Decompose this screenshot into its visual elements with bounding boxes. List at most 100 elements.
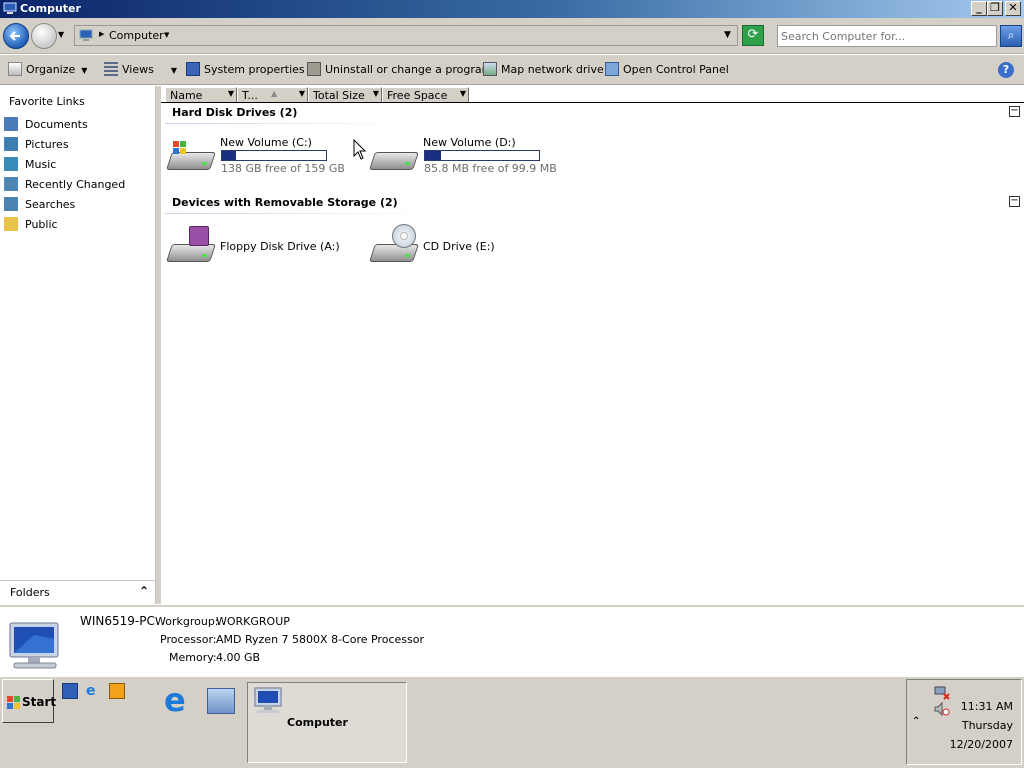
workgroup-label: Workgroup: [155, 615, 219, 628]
show-hidden-icons-button[interactable]: ⌃ [912, 716, 920, 727]
processor-label: Processor: [160, 633, 217, 646]
group-divider [165, 123, 405, 124]
clock-date: 12/20/2007 [949, 738, 1013, 751]
file-list: Name ▼ T... ▲ ▼ Total Size ▼ Free Space ▼ Har… [161, 86, 1024, 604]
system-properties-button[interactable]: System properties [186, 62, 305, 78]
address-bar[interactable]: ▶ Computer ▼ ▼ [74, 25, 738, 46]
system-properties-icon [186, 62, 200, 76]
workgroup-value: WORKGROUP [216, 615, 290, 628]
drive-item-d[interactable]: New Volume (D:) 85.8 MB free of 99.9 MB [369, 134, 557, 178]
column-header-name[interactable]: Name ▼ [165, 87, 237, 103]
start-button[interactable]: Start [2, 679, 57, 723]
group-header-removable-storage[interactable]: Devices with Removable Storage (2) [172, 196, 398, 209]
folder-icon [4, 217, 18, 231]
folders-bar[interactable]: Folders ⌃ [0, 580, 155, 604]
collapse-group-button[interactable]: − [1009, 106, 1020, 117]
refresh-button[interactable]: ⟳ [742, 25, 764, 46]
group-header-hard-disk-drives[interactable]: Hard Disk Drives (2) [172, 106, 297, 119]
chevron-down-icon: ▼ [170, 66, 177, 75]
windows-logo-icon [7, 696, 20, 709]
favorite-links-heading: Favorite Links [9, 95, 85, 108]
cd-drive-icon [369, 224, 419, 266]
sidebar-item-music[interactable]: Music [4, 157, 56, 175]
details-pane: WIN6519-PC Workgroup: WORKGROUP Processo… [0, 605, 1024, 675]
drive-name: New Volume (D:) [423, 136, 516, 149]
collapse-group-button[interactable]: − [1009, 196, 1020, 207]
search-box[interactable] [777, 25, 997, 47]
chevron-down-icon: ▼ [81, 66, 88, 75]
processor-value: AMD Ryzen 7 5800X 8-Core Processor [216, 633, 424, 646]
sidebar-item-searches[interactable]: Searches [4, 197, 75, 215]
folders-label: Folders [10, 586, 50, 599]
back-arrow-icon [9, 31, 20, 41]
help-button[interactable]: ? [998, 62, 1014, 78]
organize-button[interactable]: Organize ▼ [8, 62, 87, 78]
notification-area: ⌃ 11:31 AM Thursday 12/20/2007 [906, 679, 1022, 765]
taskbar-item-label: Computer [287, 716, 348, 729]
column-header-total-size[interactable]: Total Size ▼ [308, 87, 382, 103]
column-headers: Name ▼ T... ▲ ▼ Total Size ▼ Free Space ▼ [165, 87, 469, 103]
drive-usage-bar [424, 150, 540, 161]
computer-icon [3, 2, 17, 14]
drive-item-a[interactable]: Floppy Disk Drive (A:) [166, 224, 343, 270]
taskbar: Start e e Computer ⌃ 11:31 AM Thursday 1… [0, 676, 1024, 768]
sidebar-item-recently-changed[interactable]: Recently Changed [4, 177, 125, 195]
column-header-free-space[interactable]: Free Space ▼ [382, 87, 469, 103]
column-header-type[interactable]: T... ▲ ▼ [237, 87, 308, 103]
drive-item-c[interactable]: New Volume (C:) 138 GB free of 159 GB [166, 134, 345, 178]
internet-explorer-icon[interactable]: e [86, 683, 102, 699]
sidebar-item-pictures[interactable]: Pictures [4, 137, 69, 155]
clock-time[interactable]: 11:31 AM [961, 700, 1013, 713]
column-dropdown-icon[interactable]: ▼ [228, 89, 234, 98]
drive-item-e[interactable]: CD Drive (E:) [369, 224, 546, 270]
hard-drive-icon [369, 140, 419, 174]
volume-muted-icon[interactable] [934, 702, 950, 716]
help-icon: ? [1002, 63, 1010, 76]
column-dropdown-icon[interactable]: ▼ [373, 89, 379, 98]
memory-label: Memory: [169, 651, 217, 664]
media-player-icon[interactable] [109, 683, 125, 699]
close-button[interactable]: ✕ [1005, 1, 1021, 16]
network-drive-icon [483, 62, 497, 76]
windows-drive-icon [166, 140, 216, 174]
back-button[interactable] [3, 23, 29, 49]
network-status-icon[interactable] [934, 686, 950, 700]
search-input[interactable] [781, 27, 977, 45]
searches-icon [4, 197, 18, 211]
sidebar-item-documents[interactable]: Documents [4, 117, 88, 135]
drive-free-space: 85.8 MB free of 99.9 MB [424, 162, 557, 175]
uninstall-program-button[interactable]: Uninstall or change a program [307, 62, 492, 78]
group-divider [165, 213, 435, 214]
header-divider [161, 102, 1024, 103]
minimize-button[interactable]: _ [971, 1, 987, 16]
memory-value: 4.00 GB [216, 651, 261, 664]
internet-explorer-icon[interactable]: e [164, 684, 196, 717]
computer-icon [9, 622, 59, 669]
open-control-panel-button[interactable]: Open Control Panel [605, 62, 729, 78]
title-bar[interactable]: Computer _ ❐ ✕ [0, 0, 1024, 18]
column-dropdown-icon[interactable]: ▼ [460, 89, 466, 98]
recent-pages-dropdown[interactable]: ▼ [58, 30, 64, 39]
drive-free-space: 138 GB free of 159 GB [221, 162, 345, 175]
show-desktop-icon[interactable] [62, 683, 78, 699]
breadcrumb-separator[interactable]: ▶ [99, 30, 104, 38]
breadcrumb-computer[interactable]: Computer [109, 29, 164, 42]
computer-icon [79, 29, 93, 41]
drive-name: New Volume (C:) [220, 136, 312, 149]
drive-usage-fill [222, 151, 236, 160]
column-dropdown-icon[interactable]: ▼ [299, 89, 305, 98]
forward-button[interactable] [31, 23, 57, 49]
start-label: Start [22, 695, 57, 709]
file-manager-icon[interactable] [207, 688, 235, 714]
address-history-dropdown[interactable]: ▼ [724, 30, 731, 40]
mouse-cursor-icon [353, 139, 367, 160]
views-button[interactable]: Views ▼ [104, 62, 177, 78]
sort-ascending-icon: ▲ [271, 89, 278, 98]
restore-button[interactable]: ❐ [987, 1, 1003, 16]
search-button[interactable]: ⌕ [1000, 25, 1022, 47]
map-network-drive-button[interactable]: Map network drive [483, 62, 604, 78]
breadcrumb-dropdown[interactable]: ▼ [164, 31, 169, 39]
device-name: Floppy Disk Drive (A:) [220, 240, 340, 253]
sidebar-item-public[interactable]: Public [4, 217, 58, 235]
taskbar-item-computer[interactable]: Computer [247, 682, 407, 763]
